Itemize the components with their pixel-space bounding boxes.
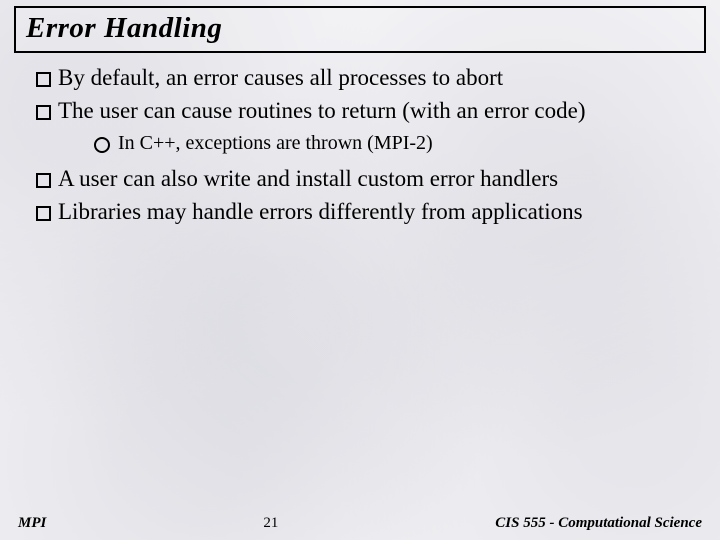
slide-content: By default, an error causes all processe… [30, 62, 700, 229]
title-box: Error Handling [14, 6, 706, 53]
sub-bullet-list: In C++, exceptions are thrown (MPI-2) [92, 130, 700, 157]
sub-bullet-item: In C++, exceptions are thrown (MPI-2) [92, 130, 700, 157]
bullet-item: By default, an error causes all processe… [30, 62, 700, 93]
bullet-list: By default, an error causes all processe… [30, 62, 700, 227]
bullet-item: A user can also write and install custom… [30, 163, 700, 194]
footer-right: CIS 555 - Computational Science [495, 515, 702, 532]
slide-footer: MPI 21 CIS 555 - Computational Science [0, 515, 720, 532]
footer-page: 21 [263, 515, 278, 532]
bullet-item: The user can cause routines to return (w… [30, 95, 700, 157]
footer-left: MPI [18, 515, 46, 532]
bullet-text: The user can cause routines to return (w… [58, 98, 586, 123]
bullet-item: Libraries may handle errors differently … [30, 196, 700, 227]
slide-title: Error Handling [26, 12, 694, 45]
